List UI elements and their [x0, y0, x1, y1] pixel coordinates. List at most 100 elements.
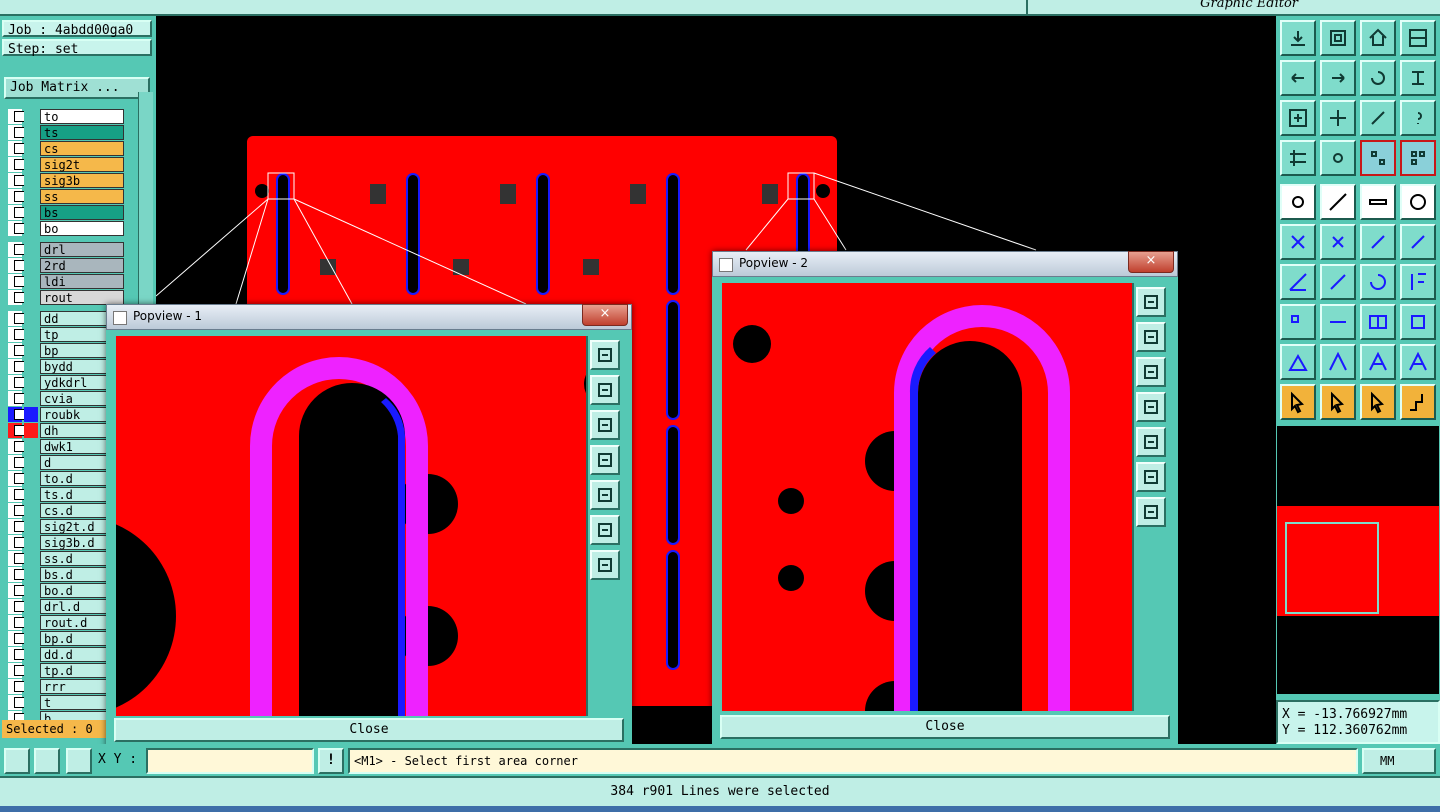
layer-checkbox[interactable] [8, 311, 25, 326]
diagonal-icon[interactable] [1320, 264, 1356, 300]
layer-checkbox[interactable] [8, 615, 25, 630]
layer-affected-marker[interactable] [24, 455, 38, 470]
triangle-icon[interactable] [1280, 344, 1316, 380]
layer-name[interactable]: ts [40, 125, 124, 140]
layer-affected-marker[interactable] [24, 343, 38, 358]
ruler-icon[interactable] [1360, 184, 1396, 220]
layer-row[interactable]: 2rd [4, 258, 124, 273]
triangle-b-icon[interactable] [1400, 344, 1436, 380]
layer-affected-marker[interactable] [24, 631, 38, 646]
layer-checkbox[interactable] [8, 503, 25, 518]
layer-affected-marker[interactable] [24, 647, 38, 662]
layer-name[interactable]: sig2t [40, 157, 124, 172]
layer-affected-marker[interactable] [24, 205, 38, 220]
layer-checkbox[interactable] [8, 242, 25, 257]
rotate-icon[interactable] [1360, 264, 1396, 300]
layer-row[interactable]: ss [4, 189, 124, 204]
overview-map[interactable] [1277, 426, 1439, 694]
layer-row[interactable]: sig2t [4, 157, 124, 172]
layer-affected-marker[interactable] [24, 311, 38, 326]
pointer-box-icon[interactable] [1320, 384, 1356, 420]
layer-affected-marker[interactable] [24, 157, 38, 172]
layer-row[interactable]: to [4, 109, 124, 124]
redraw-icon[interactable] [1400, 60, 1436, 96]
alert-icon[interactable]: ! [318, 748, 344, 774]
layer-affected-marker[interactable] [24, 375, 38, 390]
layer-affected-marker[interactable] [24, 551, 38, 566]
layer-affected-marker[interactable] [24, 567, 38, 582]
layer-checkbox[interactable] [8, 173, 25, 188]
circle-icon[interactable] [1400, 184, 1436, 220]
layer-name[interactable]: sig3b [40, 173, 124, 188]
layer-affected-marker[interactable] [24, 391, 38, 406]
layer-checkbox[interactable] [8, 109, 25, 124]
move-point-icon[interactable] [1360, 224, 1396, 260]
layer-checkbox[interactable] [8, 274, 25, 289]
layer-checkbox[interactable] [8, 439, 25, 454]
pad-icon[interactable] [1280, 184, 1316, 220]
layer-affected-marker[interactable] [24, 679, 38, 694]
layer-affected-marker[interactable] [24, 141, 38, 156]
layer-affected-marker[interactable] [24, 695, 38, 710]
layer-checkbox[interactable] [8, 599, 25, 614]
route-icon[interactable] [1400, 384, 1436, 420]
zoom-up-icon[interactable] [1136, 322, 1166, 352]
layer-affected-marker[interactable] [24, 327, 38, 342]
layer-checkbox[interactable] [8, 189, 25, 204]
layers-grid-icon[interactable] [1400, 140, 1436, 176]
fit-all-icon[interactable] [590, 515, 620, 545]
undo-zoom-icon[interactable] [1360, 60, 1396, 96]
dimension-icon[interactable] [1360, 304, 1396, 340]
layer-checkbox[interactable] [8, 455, 25, 470]
layer-affected-marker[interactable] [24, 125, 38, 140]
layer-name[interactable]: bs [40, 205, 124, 220]
center-view-icon[interactable] [1136, 497, 1166, 527]
layer-affected-marker[interactable] [24, 242, 38, 257]
delete-point-icon[interactable] [1320, 224, 1356, 260]
layer-checkbox[interactable] [8, 583, 25, 598]
layer-affected-marker[interactable] [24, 487, 38, 502]
layer-name[interactable]: bo [40, 221, 124, 236]
layer-checkbox[interactable] [8, 535, 25, 550]
home-icon[interactable] [1360, 20, 1396, 56]
zoom-window-icon[interactable] [1136, 287, 1166, 317]
layer-checkbox[interactable] [8, 487, 25, 502]
pointer-icon[interactable] [1280, 384, 1316, 420]
slope-icon[interactable] [1280, 264, 1316, 300]
layer-checkbox[interactable] [8, 423, 25, 438]
layer-row[interactable]: cs [4, 141, 124, 156]
layer-affected-marker[interactable] [24, 615, 38, 630]
pan-left-icon[interactable] [590, 445, 620, 475]
layer-row[interactable]: rout [4, 290, 124, 305]
popview-2-close-x-button[interactable]: × [1128, 251, 1174, 273]
layer-checkbox[interactable] [8, 647, 25, 662]
triangle-up-icon[interactable] [1320, 344, 1356, 380]
layer-affected-marker[interactable] [24, 519, 38, 534]
layer-affected-marker[interactable] [24, 663, 38, 678]
layer-checkbox[interactable] [8, 407, 25, 422]
center-icon[interactable] [1320, 100, 1356, 136]
snap-icon[interactable] [1320, 140, 1356, 176]
layers-toggle-icon[interactable] [1360, 140, 1396, 176]
popview-2-close-button[interactable]: Close [720, 715, 1170, 739]
group-icon[interactable] [1400, 304, 1436, 340]
layer-affected-marker[interactable] [24, 439, 38, 454]
open-job-icon[interactable] [1280, 20, 1316, 56]
layer-checkbox[interactable] [8, 679, 25, 694]
snap-mode-icon[interactable] [4, 748, 30, 774]
line-icon[interactable] [1320, 184, 1356, 220]
layer-affected-marker[interactable] [24, 258, 38, 273]
fit-icon[interactable] [1280, 100, 1316, 136]
layer-checkbox[interactable] [8, 551, 25, 566]
zoom-left-icon[interactable] [1280, 60, 1316, 96]
measure-line-icon[interactable] [1320, 304, 1356, 340]
layer-checkbox[interactable] [8, 375, 25, 390]
save-job-icon[interactable] [1320, 20, 1356, 56]
pointer-octagon-icon[interactable] [1360, 384, 1396, 420]
layer-row[interactable]: sig3b [4, 173, 124, 188]
layer-checkbox[interactable] [8, 205, 25, 220]
layer-checkbox[interactable] [8, 359, 25, 374]
layer-affected-marker[interactable] [24, 189, 38, 204]
layer-affected-marker[interactable] [24, 173, 38, 188]
triangle-a-icon[interactable] [1360, 344, 1396, 380]
